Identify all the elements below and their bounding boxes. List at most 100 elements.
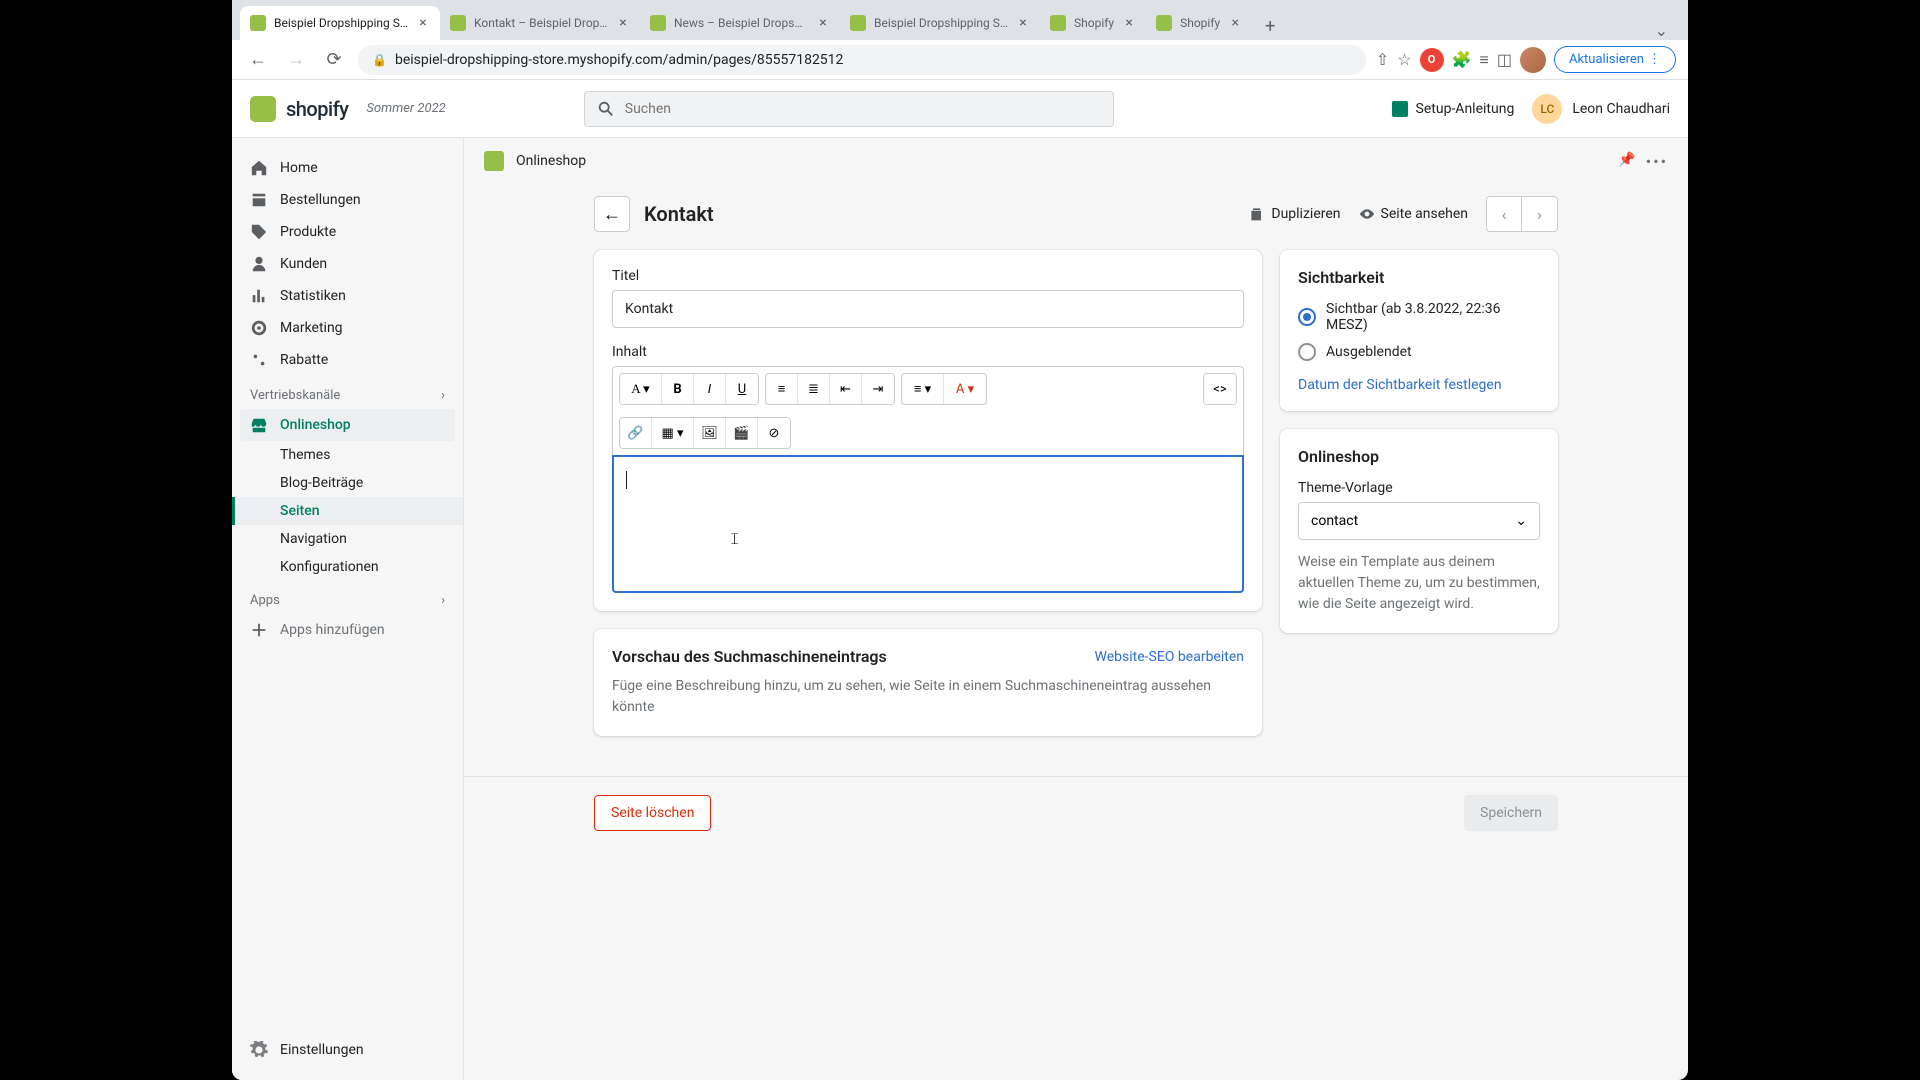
sidebar-item-discounts[interactable]: Rabatte — [232, 344, 463, 376]
close-icon[interactable]: × — [416, 16, 430, 30]
tab-title: Kontakt – Beispiel Dropship — [474, 16, 608, 30]
search-field[interactable] — [625, 101, 1101, 117]
favicon-icon — [650, 15, 666, 31]
sidebar-sub-themes[interactable]: Themes — [232, 441, 463, 469]
logo[interactable]: shopify — [250, 96, 348, 122]
format-dropdown[interactable]: A ▾ — [620, 374, 662, 404]
browser-tab[interactable]: Kontakt – Beispiel Dropship × — [440, 6, 640, 40]
delete-page-button[interactable]: Seite löschen — [594, 795, 711, 831]
seo-edit-link[interactable]: Website-SEO bearbeiten — [1095, 649, 1244, 665]
chevron-right-icon: › — [441, 388, 445, 403]
footer-actions: Seite löschen Speichern — [464, 776, 1688, 849]
video-button[interactable]: 🎬 — [726, 418, 758, 448]
new-tab-button[interactable]: + — [1256, 12, 1284, 40]
browser-tab[interactable]: Shopify× — [1040, 6, 1146, 40]
number-list-button[interactable]: ≣ — [798, 374, 830, 404]
setup-link[interactable]: Setup-Anleitung — [1392, 101, 1515, 117]
color-dropdown[interactable]: A ▾ — [944, 374, 986, 404]
sidebar-item-home[interactable]: Home — [232, 152, 463, 184]
browser-tab[interactable]: News – Beispiel Dropshipp× — [640, 6, 840, 40]
update-button[interactable]: Aktualisieren⋮ — [1554, 46, 1676, 73]
italic-button[interactable]: I — [694, 374, 726, 404]
close-icon[interactable]: × — [1122, 16, 1136, 30]
reading-list-icon[interactable]: ≡ — [1480, 50, 1489, 70]
clear-format-button[interactable]: ⊘ — [758, 418, 790, 448]
back-icon[interactable]: ← — [244, 46, 272, 74]
sidebar-item-onlineshop[interactable]: Onlineshop — [240, 409, 455, 441]
schedule-link[interactable]: Datum der Sichtbarkeit festlegen — [1298, 377, 1502, 393]
search-input[interactable] — [584, 91, 1114, 127]
store-icon — [484, 151, 504, 171]
sidebar-item-orders[interactable]: Bestellungen — [232, 184, 463, 216]
sidebar-sub-pages[interactable]: Seiten — [232, 497, 463, 525]
more-icon[interactable]: ••• — [1646, 152, 1668, 171]
title-input[interactable] — [612, 290, 1244, 328]
avatar: LC — [1532, 94, 1562, 124]
align-dropdown[interactable]: ≡ ▾ — [902, 374, 944, 404]
outdent-button[interactable]: ⇤ — [830, 374, 862, 404]
close-icon[interactable]: × — [1016, 16, 1030, 30]
bullet-list-button[interactable]: ≡ — [766, 374, 798, 404]
prev-button[interactable]: ‹ — [1486, 196, 1522, 232]
discounts-icon — [250, 351, 268, 369]
sidebar-item-analytics[interactable]: Statistiken — [232, 280, 463, 312]
sidebar-section-channels[interactable]: Vertriebskanäle› — [232, 376, 463, 409]
browser-tab[interactable]: Beispiel Dropshipping Stor × — [840, 6, 1040, 40]
text-cursor-icon — [626, 471, 627, 489]
template-heading: Onlineshop — [1298, 447, 1540, 466]
products-icon — [250, 223, 268, 241]
bold-button[interactable]: B — [662, 374, 694, 404]
nav-label: Kunden — [280, 256, 327, 272]
back-button[interactable]: ← — [594, 196, 630, 232]
sidebar-item-marketing[interactable]: Marketing — [232, 312, 463, 344]
user-menu[interactable]: LC Leon Chaudhari — [1532, 94, 1670, 124]
forward-icon[interactable]: → — [282, 46, 310, 74]
template-select[interactable]: contact ⌄ — [1298, 502, 1540, 540]
content-editor[interactable]: 𝙸 — [612, 455, 1244, 593]
sidebar-sub-config[interactable]: Konfigurationen — [232, 553, 463, 581]
profile-avatar-icon[interactable] — [1520, 47, 1546, 73]
share-icon[interactable]: ⇧ — [1376, 50, 1389, 69]
template-card: Onlineshop Theme-Vorlage contact ⌄ Weise… — [1280, 429, 1558, 633]
eye-icon — [1359, 206, 1375, 222]
extension-icon[interactable]: O — [1420, 48, 1444, 72]
close-icon[interactable]: × — [1228, 16, 1242, 30]
browser-tab[interactable]: Shopify× — [1146, 6, 1252, 40]
sidebar-sub-blog[interactable]: Blog-Beiträge — [232, 469, 463, 497]
sidebar-item-settings[interactable]: Einstellungen — [232, 1034, 463, 1066]
sidebar-item-products[interactable]: Produkte — [232, 216, 463, 248]
next-button[interactable]: › — [1522, 196, 1558, 232]
plus-icon — [250, 621, 268, 639]
sidebar-sub-navigation[interactable]: Navigation — [232, 525, 463, 553]
browser-tab[interactable]: Beispiel Dropshipping Stor× — [240, 6, 440, 40]
link-button[interactable]: 🔗 — [620, 418, 652, 448]
close-icon[interactable]: × — [616, 16, 630, 30]
url-input[interactable]: 🔒 beispiel-dropshipping-store.myshopify.… — [358, 45, 1366, 75]
sidebar-section-apps[interactable]: Apps› — [232, 581, 463, 614]
tab-title: Beispiel Dropshipping Stor — [874, 16, 1008, 30]
visibility-hidden-radio[interactable]: Ausgeblendet — [1298, 343, 1540, 361]
save-button[interactable]: Speichern — [1464, 795, 1558, 831]
sidebar-item-customers[interactable]: Kunden — [232, 248, 463, 280]
extensions-icon[interactable]: 🧩 — [1452, 50, 1472, 69]
favicon-icon — [450, 15, 466, 31]
pin-icon[interactable]: 📌 — [1618, 152, 1635, 171]
image-button[interactable]: 🖼 — [694, 418, 726, 448]
breadcrumb-text: Onlineshop — [516, 153, 586, 169]
tabs-dropdown-icon[interactable]: ⌄ — [1643, 21, 1680, 40]
close-icon[interactable]: × — [816, 16, 830, 30]
reload-icon[interactable]: ⟳ — [320, 46, 348, 74]
visibility-visible-radio[interactable]: Sichtbar (ab 3.8.2022, 22:36 MESZ) — [1298, 301, 1540, 333]
indent-button[interactable]: ⇥ — [862, 374, 894, 404]
star-icon[interactable]: ☆ — [1397, 50, 1411, 69]
sidepanel-icon[interactable]: ◫ — [1497, 50, 1512, 69]
sidebar-item-add-apps[interactable]: Apps hinzufügen — [232, 614, 463, 646]
underline-button[interactable]: U — [726, 374, 758, 404]
customers-icon — [250, 255, 268, 273]
action-label: Duplizieren — [1271, 206, 1340, 222]
view-page-button[interactable]: Seite ansehen — [1359, 206, 1468, 222]
table-dropdown[interactable]: ▦ ▾ — [652, 418, 694, 448]
html-button[interactable]: <> — [1204, 374, 1236, 404]
duplicate-button[interactable]: Duplizieren — [1249, 206, 1340, 222]
store-icon — [250, 416, 268, 434]
